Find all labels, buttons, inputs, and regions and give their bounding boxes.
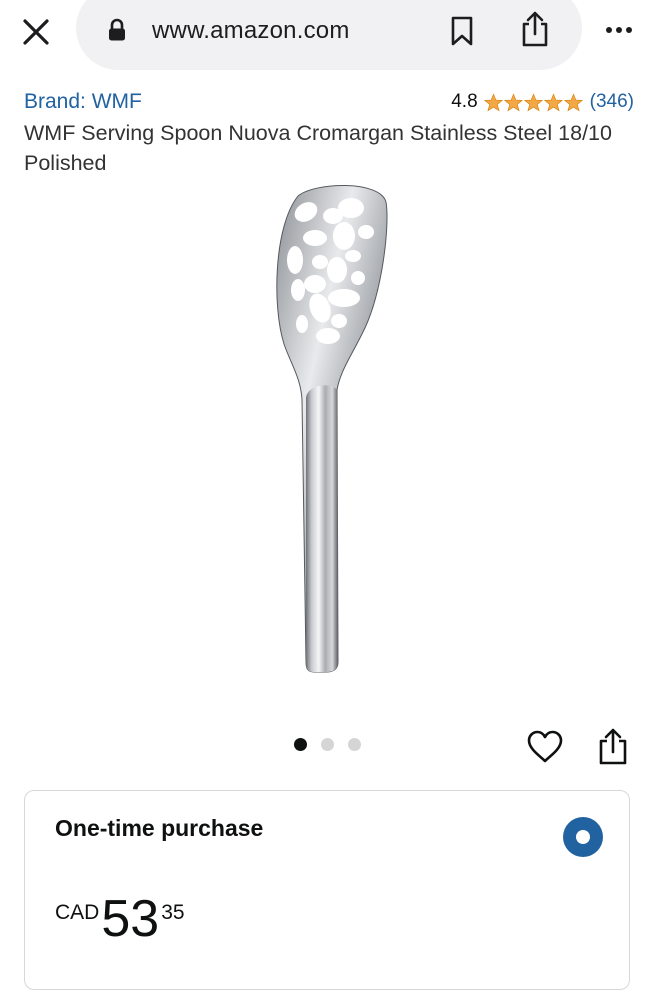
- price-fraction: 35: [161, 901, 185, 924]
- star-rating: [483, 92, 584, 112]
- bookmark-button[interactable]: [448, 14, 476, 48]
- star-icon: [483, 92, 503, 111]
- add-to-wishlist-button[interactable]: [526, 728, 564, 766]
- brand-link[interactable]: Brand: WMF: [24, 88, 142, 116]
- star-icon: [543, 92, 563, 111]
- more-dots-icon: [606, 27, 632, 33]
- star-icon: [523, 92, 543, 111]
- browser-toolbar: www.amazon.com: [0, 0, 656, 72]
- url-text[interactable]: www.amazon.com: [152, 14, 350, 48]
- product-image[interactable]: [240, 176, 420, 686]
- star-icon: [503, 92, 523, 111]
- purchase-option-label: One-time purchase: [55, 815, 264, 841]
- close-icon: [23, 19, 49, 45]
- bookmark-icon: [451, 16, 473, 46]
- review-count-link[interactable]: (346): [590, 91, 634, 113]
- carousel-dot[interactable]: [321, 738, 334, 751]
- purchase-option-radio[interactable]: [563, 817, 603, 857]
- heart-icon: [527, 730, 563, 763]
- carousel-dot[interactable]: [294, 738, 307, 751]
- product-title: WMF Serving Spoon Nuova Cromargan Stainl…: [24, 121, 612, 175]
- price: CAD 53 35: [55, 891, 185, 947]
- share-icon: [599, 728, 627, 765]
- image-carousel-indicator[interactable]: [294, 738, 375, 751]
- radio-selected-indicator: [576, 830, 590, 844]
- price-currency: CAD: [55, 901, 100, 924]
- one-time-purchase-option[interactable]: One-time purchase CAD 53 35: [24, 790, 630, 990]
- browser-share-button[interactable]: [518, 10, 552, 48]
- rating-summary[interactable]: 4.8 (346): [451, 88, 634, 116]
- lock-icon: [106, 18, 128, 42]
- share-button[interactable]: [596, 726, 630, 766]
- close-button[interactable]: [18, 14, 54, 50]
- price-whole: 53: [101, 890, 160, 948]
- share-icon: [522, 11, 548, 47]
- more-options-button[interactable]: [600, 20, 638, 40]
- carousel-dot[interactable]: [348, 738, 361, 751]
- star-icon: [563, 92, 583, 111]
- rating-value: 4.8: [451, 91, 478, 112]
